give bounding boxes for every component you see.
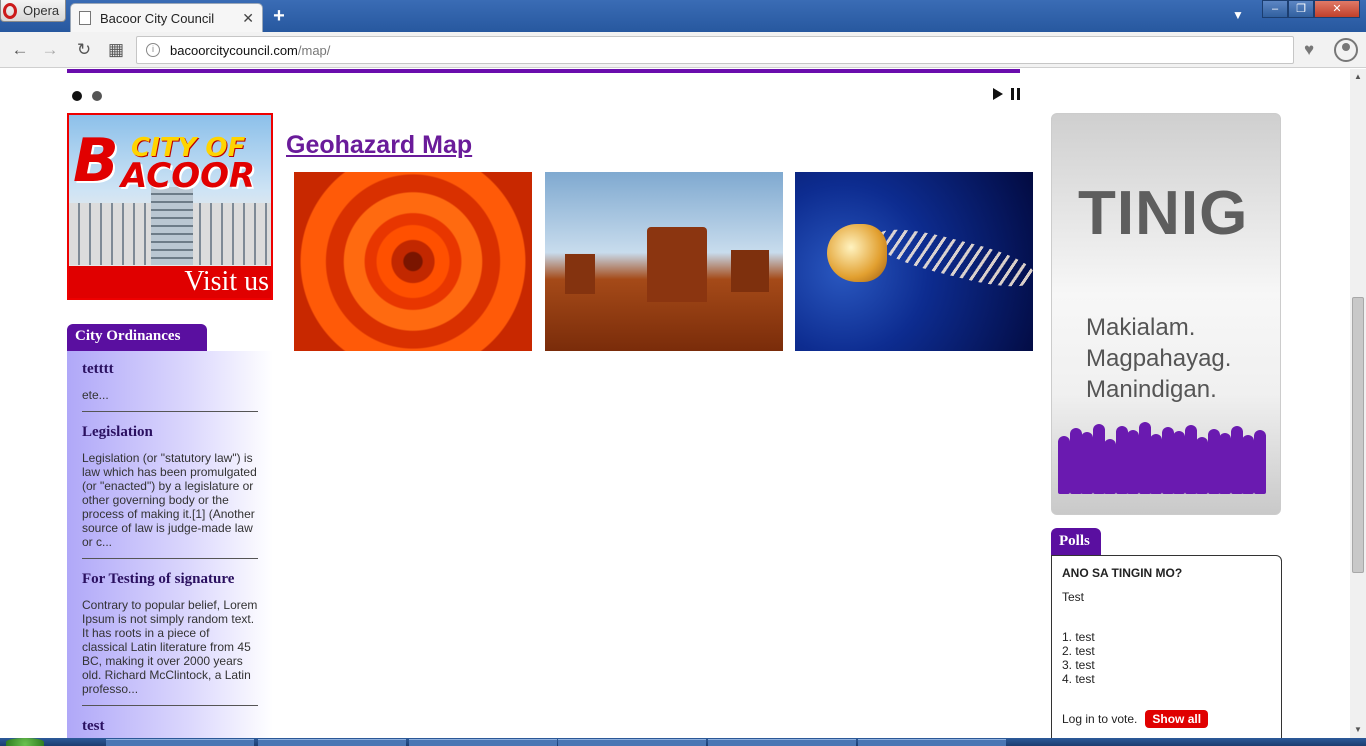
crowd-silhouette-icon [1058,422,1274,494]
address-bar[interactable]: i bacoorcitycouncil.com/map/ [136,36,1294,64]
bookmark-heart-icon[interactable]: ♥ [1297,38,1321,62]
ordinance-title-link[interactable]: For Testing of signature [82,571,258,588]
taskbar-item[interactable] [858,739,1006,746]
polls-panel: ANO SA TINGIN MO? Test 1. test 2. test 3… [1051,555,1282,738]
show-all-button[interactable]: Show all [1145,710,1209,728]
tinig-tagline-line: Magpahayag. [1086,345,1232,372]
new-tab-button[interactable]: + [268,6,290,26]
window-controls: – ❐ ✕ [1262,0,1360,18]
slider-dot-1[interactable] [72,91,82,101]
geohazard-map-link[interactable]: Geohazard Map [286,131,472,160]
visit-us-label: Visit us [184,266,269,297]
tinig-title: TINIG [1078,179,1249,248]
poll-option: 3. test [1062,658,1095,672]
opera-menu-button[interactable]: Opera [0,0,66,22]
page-icon [79,11,91,25]
pause-icon[interactable] [1011,88,1020,100]
scroll-down-arrow-icon[interactable]: ▼ [1350,722,1366,738]
forward-arrow-icon[interactable]: → [38,38,62,62]
back-arrow-icon[interactable]: ← [8,38,32,62]
close-window-button[interactable]: ✕ [1314,0,1360,18]
browser-title-bar: Opera Bacoor City Council ✕ + ▼ – ❐ ✕ [0,0,1366,32]
taskbar-item[interactable] [258,739,406,746]
tab-menu-icon[interactable]: ▼ [1228,8,1248,24]
url-host: bacoorcitycouncil.com [170,42,298,58]
opera-menu-label: Opera [23,3,60,18]
ordinances-list: tetttt ete... Legislation Legislation (o… [67,351,273,738]
poll-option: 1. test [1062,630,1095,644]
butte-shape [731,250,769,292]
taskbar-item[interactable] [409,739,557,746]
ordinance-excerpt: ete... [82,388,109,402]
butte-shape [565,254,595,294]
windows-taskbar [0,738,1366,746]
ordinance-item: Legislation Legislation (or "statutory l… [82,424,258,559]
ordinance-item: tetttt ete... [82,361,258,412]
slider-dot-2[interactable] [92,91,102,101]
butte-shape [647,227,707,302]
ordinance-item: test [82,718,258,738]
desert-butte-photo[interactable] [545,172,783,351]
ordinance-title-link[interactable]: Legislation [82,424,258,441]
speed-dial-grid-icon[interactable]: ▦ [104,38,128,62]
slider-dots [72,91,102,101]
poll-option: 2. test [1062,644,1095,658]
ordinances-heading: City Ordinances [67,324,207,351]
ordinance-excerpt: Contrary to popular belief, Lorem Ipsum … [82,598,258,696]
tab-title: Bacoor City Council [100,10,215,26]
poll-option: 4. test [1062,672,1095,686]
ordinance-title-link[interactable]: tetttt [82,361,258,378]
jellyfish-photo[interactable] [795,172,1033,351]
tinig-tagline-line: Manindigan. [1086,376,1217,403]
jellyfish-bell [827,224,887,282]
polls-heading: Polls [1051,528,1101,556]
site-info-icon[interactable]: i [146,43,160,57]
reload-icon[interactable]: ↻ [72,38,96,62]
play-icon[interactable] [993,88,1003,100]
visit-us-footer: Visit us [69,266,271,298]
poll-footer: Log in to vote. Show all [1062,710,1271,728]
jellyfish-tentacles [873,221,1033,295]
taskbar-item[interactable] [558,739,706,746]
tinig-tagline-line: Makialam. [1086,314,1196,341]
city-hall-image [69,187,271,265]
tinig-tagline: Makialam. Magpahayag. Manindigan. [1086,312,1231,405]
restore-button[interactable]: ❐ [1288,0,1314,18]
poll-question: ANO SA TINGIN MO? [1062,566,1183,580]
opera-logo-icon [3,2,17,19]
taskbar-item[interactable] [708,739,856,746]
tinig-banner[interactable]: TINIG Makialam. Magpahayag. Manindigan. [1051,113,1281,515]
start-orb-icon[interactable] [6,738,44,746]
ordinance-item: For Testing of signature Contrary to pop… [82,571,258,706]
visit-us-banner[interactable]: B CITY OF ACOOR Visit us [67,113,273,300]
browser-tab[interactable]: Bacoor City Council ✕ [70,3,263,32]
vertical-scrollbar[interactable]: ▲ ▼ [1350,69,1366,738]
chrysanthemum-photo[interactable] [294,172,532,351]
minimize-button[interactable]: – [1262,0,1288,18]
browser-nav-bar: ← → ↻ ▦ i bacoorcitycouncil.com/map/ ♥ [0,32,1366,68]
login-to-vote-text: Log in to vote. [1062,712,1138,726]
taskbar-item[interactable] [106,739,254,746]
tab-close-icon[interactable]: ✕ [242,10,254,27]
scroll-thumb[interactable] [1352,297,1364,573]
header-divider-bar [67,69,1020,73]
page-viewport: B CITY OF ACOOR Visit us City Ordinances… [0,69,1350,738]
poll-description: Test [1062,590,1085,604]
scroll-up-arrow-icon[interactable]: ▲ [1350,69,1366,85]
account-icon[interactable] [1334,38,1358,62]
url-path: /map/ [297,42,331,58]
ordinance-title-link[interactable]: test [82,718,258,735]
ordinance-excerpt: Legislation (or "statutory law") is law … [82,451,257,549]
